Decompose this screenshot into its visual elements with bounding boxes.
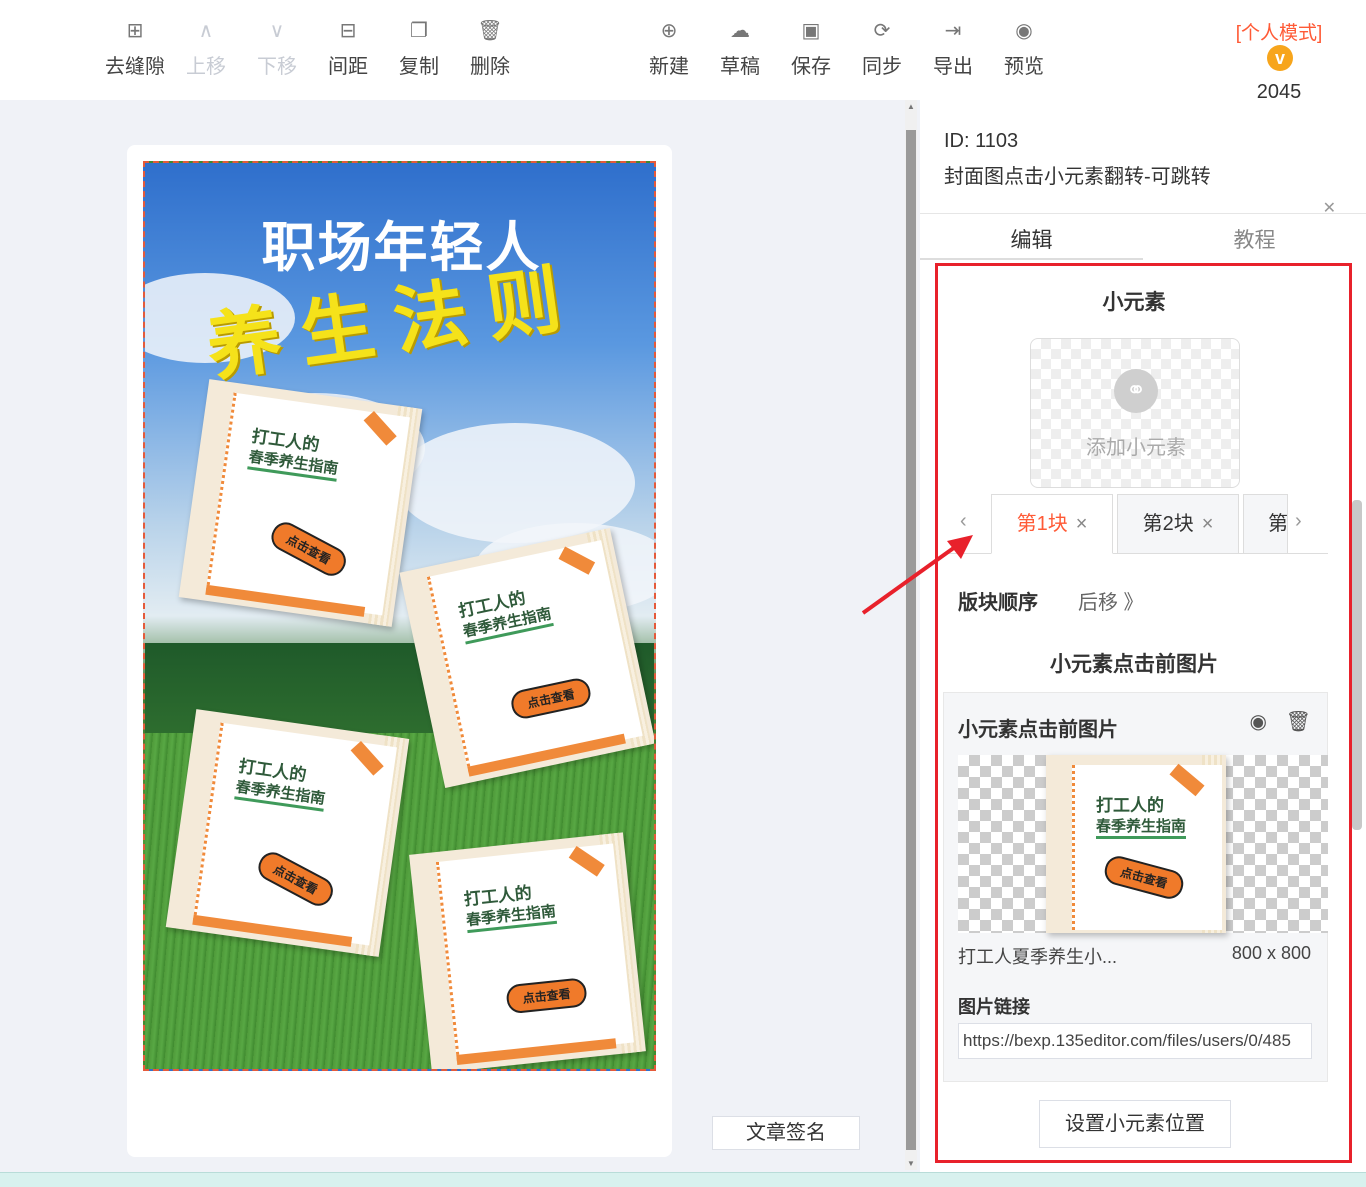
sync-icon: ⟳ xyxy=(873,20,891,42)
scroll-down-icon[interactable]: ▼ xyxy=(905,1159,917,1168)
note-card-1[interactable]: 打工人的 春季养生指南 点击查看 xyxy=(178,379,423,627)
vip-badge-icon: v xyxy=(1267,45,1293,71)
toolbar-button-1[interactable]: ⊕ 新建 xyxy=(634,18,704,79)
copy-icon: ❐ xyxy=(410,20,428,42)
toolbar-button-6[interactable]: ◉ 预览 xyxy=(989,18,1059,79)
toolbar-button-2[interactable]: ☁ 草稿 xyxy=(705,18,775,79)
tab-edit[interactable]: 编辑 xyxy=(920,224,1143,254)
trash-icon: 🗑 xyxy=(477,20,503,42)
bottom-bar xyxy=(0,1172,1366,1187)
toolbar-button-label: 同步 xyxy=(862,56,902,78)
toolbar-button-label: 新建 xyxy=(649,56,689,78)
toolbar-button-3[interactable]: ∨ 下移 xyxy=(242,18,312,79)
scroll-up-icon[interactable]: ▲ xyxy=(905,102,917,111)
toolbar-button-label: 上移 xyxy=(186,56,226,78)
poster-canvas[interactable]: 职场年轻人 养生法则 打工人的 春季养生指南 点击查看 打工人的 春季养生指南 … xyxy=(143,161,656,1071)
chevron-up-icon: ∧ xyxy=(198,20,214,42)
grid-icon: ⊞ xyxy=(126,20,144,42)
spacing-icon: ⊟ xyxy=(339,20,357,42)
template-id: ID: 1103 xyxy=(944,130,1019,152)
tab-tutorial[interactable]: 教程 xyxy=(1143,224,1366,254)
toolbar-button-label: 去缝隙 xyxy=(105,56,165,78)
canvas-scrollbar[interactable]: ▲ ▼ xyxy=(905,100,917,1170)
toolbar-button-3[interactable]: ▣ 保存 xyxy=(776,18,846,79)
toolbar-button-label: 下移 xyxy=(257,56,297,78)
cloud-icon: ☁ xyxy=(730,20,750,42)
toolbar-button-2[interactable]: ∧ 上移 xyxy=(171,18,241,79)
toolbar-button-label: 保存 xyxy=(791,56,831,78)
note-card-4[interactable]: 打工人的 春季养生指南 点击查看 xyxy=(409,832,646,1069)
toolbar-button-6[interactable]: 🗑 删除 xyxy=(455,18,525,79)
template-name: 封面图点击小元素翻转-可跳转 xyxy=(944,166,1211,188)
mode-indicator[interactable]: [个人模式]v 2045 xyxy=(1224,18,1334,104)
note-card-2[interactable]: 打工人的 春季养生指南 点击查看 xyxy=(399,528,654,788)
tools-icon[interactable]: ✕ xyxy=(1323,198,1336,218)
toolbar-button-4[interactable]: ⟳ 同步 xyxy=(847,18,917,79)
eye-icon: ◉ xyxy=(1015,20,1033,42)
new-file-icon: ⊕ xyxy=(660,20,678,42)
panel-scrollbar[interactable] xyxy=(1352,500,1362,830)
toolbar-button-label: 草稿 xyxy=(720,56,760,78)
scrollbar-thumb[interactable] xyxy=(906,130,916,1150)
toolbar-button-4[interactable]: ⊟ 间距 xyxy=(313,18,383,79)
mode-label[interactable]: [个人模式] xyxy=(1236,23,1323,44)
save-icon: ▣ xyxy=(801,20,821,42)
toolbar-button-5[interactable]: ⇥ 导出 xyxy=(918,18,988,79)
toolbar-button-1[interactable]: ⊞ 去缝隙 xyxy=(100,18,170,79)
annotation-arrow-icon xyxy=(861,535,973,615)
note-card-3[interactable]: 打工人的 春季养生指南 点击查看 xyxy=(165,709,410,957)
highlight-frame xyxy=(935,263,1352,1163)
toolbar-button-5[interactable]: ❐ 复制 xyxy=(384,18,454,79)
article-signature-button[interactable]: 文章签名 xyxy=(712,1116,860,1150)
toolbar-button-label: 导出 xyxy=(933,56,973,78)
active-tab-indicator xyxy=(920,258,1143,260)
toolbar-button-label: 间距 xyxy=(328,56,368,78)
toolbar: ⊞ 去缝隙 ∧ 上移 ∨ 下移 ⊟ 间距 ❐ 复制 🗑 删除 ⊕ 新建 ☁ 草稿 ▣ 保存 ⟳ 同步 ⇥ 导出 ◉ 预览 [… xyxy=(0,0,1366,103)
toolbar-button-label: 预览 xyxy=(1004,56,1044,78)
divider xyxy=(920,213,1366,214)
export-icon: ⇥ xyxy=(944,20,962,42)
chevron-down-icon: ∨ xyxy=(269,20,285,42)
toolbar-button-label: 复制 xyxy=(399,56,439,78)
toolbar-button-label: 删除 xyxy=(470,56,510,78)
